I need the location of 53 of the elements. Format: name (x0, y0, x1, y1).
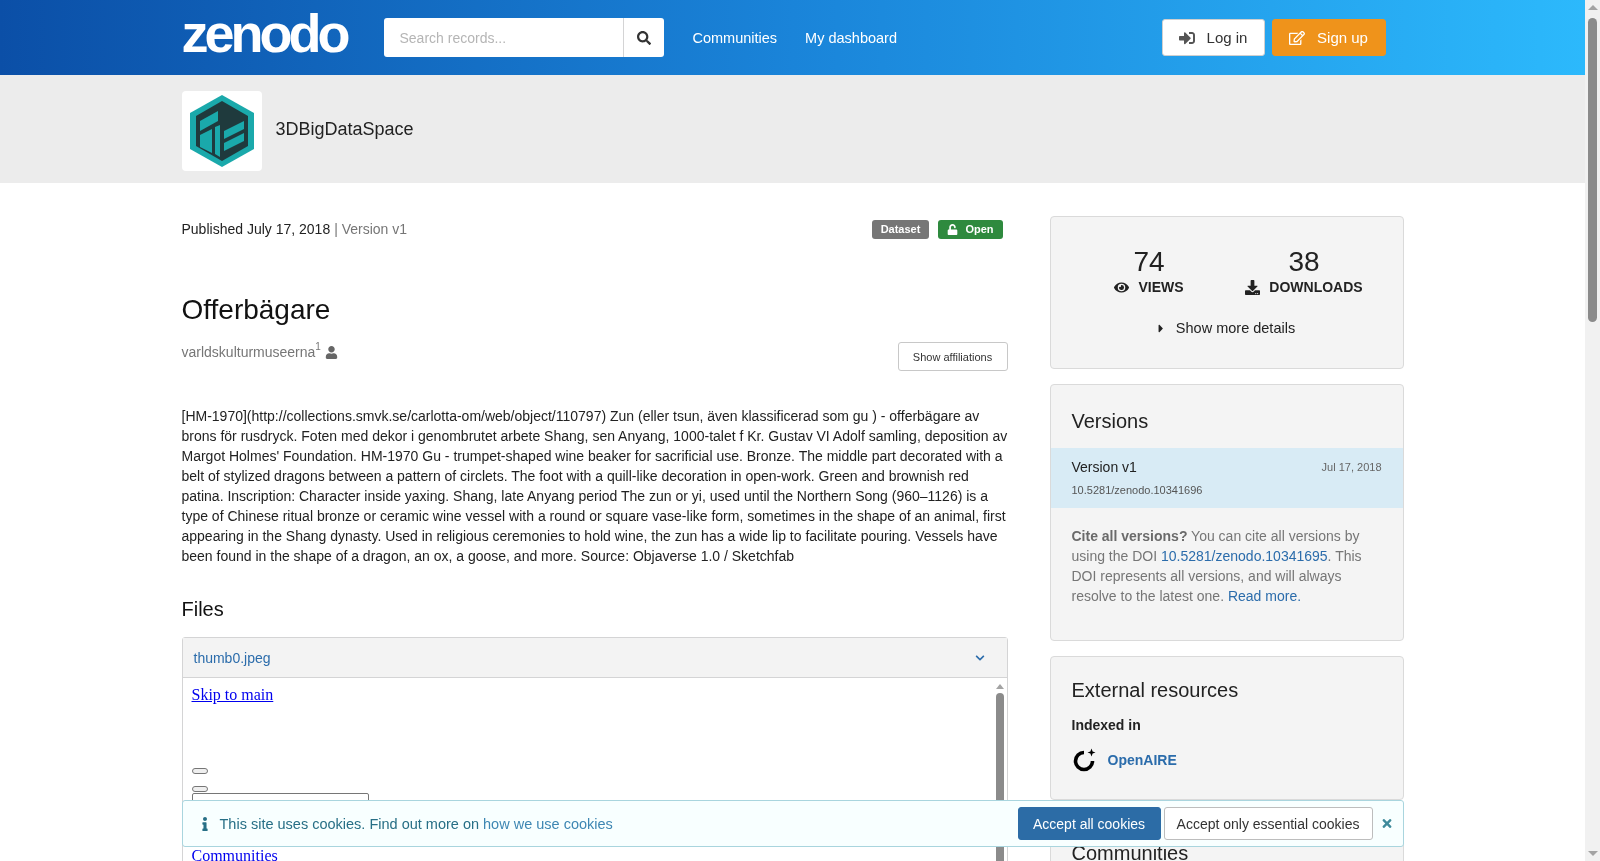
version-date: Jul 17, 2018 (1321, 460, 1382, 475)
stat-value: 38 (1288, 246, 1320, 278)
cookie-notice: This site uses cookies. Find out more on how we use cookies (219, 815, 614, 832)
nav-link[interactable]: My dashboard (805, 29, 897, 46)
page-scrollbar[interactable] (1585, 0, 1600, 861)
version-doi: 10.5281/zenodo.10341696 (1071, 483, 1203, 498)
version-label: | Version v1 (334, 221, 408, 237)
search-field[interactable]: Search records... (384, 18, 624, 57)
stat-value: 74 (1133, 246, 1165, 278)
indexed-in-link[interactable]: OpenAIRE (1107, 752, 1177, 768)
empty-button[interactable] (191, 786, 208, 792)
version-link[interactable]: Version v1 (1071, 457, 1137, 477)
site-logo[interactable]: zenodo (181, 5, 347, 60)
download-icon (1245, 279, 1261, 295)
access-badge: Open (938, 219, 1003, 239)
read-more-link[interactable]: Read more. (1227, 588, 1302, 604)
cookie-policy-link[interactable]: how we use cookies (483, 815, 613, 832)
nav-link[interactable]: Communities (692, 29, 778, 46)
ring-logo-icon (1071, 748, 1096, 772)
info-icon (201, 816, 208, 831)
sign-in-icon (1178, 29, 1195, 46)
show-affiliations-button[interactable]: Show affiliations (897, 342, 1008, 371)
person-icon (324, 345, 338, 359)
version-row[interactable]: Version v1 Jul 17, 2018 10.5281/zenodo.10341696 (1050, 448, 1403, 508)
skip-to-main-link[interactable]: Skip to main (191, 686, 274, 704)
resource-type-badge: Dataset (871, 219, 930, 239)
search-icon (637, 30, 652, 45)
stat-label: DOWNLOADS (1269, 279, 1363, 295)
edit-icon (1289, 29, 1306, 46)
record-description: [HM-1970](http://collections.smvk.se/carlotta-om/web/object/110797) Zun (eller tsun, även klassificerad som gu ) - offerbägare av brons för rusdryck. Foten med dekor i genombrutet arbete Shang, sen Anyang, 1000-talet f Kr. Gustav VI Adolf samling, deposition av Margot Holmes' Foundation. HM-1970 Gu - trumpet-shaped wine beaker for sacrificial use. Bronze. The middle part decorated with a belt of stylized dragons between a pattern of circlets. The foot with a quill-like decoration in open-work. Green and brownish red patina. Inscription: Character inside yaxing. Shang, late Anyang period The zun or yi, used until the Northern Song (960–1126) is a type of Chinese ritual bronze or ceramic wine vessel with a round or square vase-like form, sometimes in the shape of an animal, first appearing in the Shang dynasty. Used in religious ceremonies to hold wine, the zun has a wide lip to facilitate pouring. Vessels have been found in the shape of a dragon, an ox, a goose, and more. Source: Objaverse 1.0 / Sketchfab (181, 407, 1008, 566)
indexed-in-label: Indexed in (1071, 717, 1141, 733)
cite-all-versions-note: Cite all versions? You can cite all versions by using the DOI 10.5281/zenodo.10341695. This DOI represents all versions, and will always resolve to the latest one. Read more. (1071, 527, 1363, 606)
external-resources-heading: External resources (1070, 678, 1240, 702)
file-link[interactable]: thumb0.jpeg (193, 649, 271, 666)
record-title: Offerbägare (181, 293, 332, 327)
files-heading: Files (181, 597, 225, 621)
stat-label: VIEWS (1138, 279, 1184, 295)
log-in-button[interactable]: Log in (1161, 19, 1265, 56)
communities-link[interactable]: Communities (191, 849, 278, 861)
search-button[interactable] (623, 18, 665, 57)
versions-heading: Versions (1070, 409, 1150, 433)
doi-link[interactable]: 10.5281/zenodo.10341695 (1161, 548, 1328, 564)
file-accordion-header[interactable]: thumb0.jpeg (182, 638, 1007, 678)
show-more-details-toggle[interactable]: Show more details (1157, 318, 1296, 338)
empty-button[interactable] (191, 768, 208, 774)
communities-heading: Communities (1070, 841, 1190, 861)
creator-name[interactable]: varldskulturmuseerna$^{1}$ (181, 342, 321, 362)
accept-essential-cookies-button[interactable]: Accept only essential cookies (1163, 807, 1373, 840)
community-name[interactable]: 3DBigDataSpace (275, 118, 414, 140)
accept-all-cookies-button[interactable]: Accept all cookies (1017, 807, 1161, 840)
close-icon[interactable] (1380, 817, 1393, 830)
unlock-icon (947, 223, 959, 235)
publication-date: Published July 17, 2018 (181, 221, 331, 237)
